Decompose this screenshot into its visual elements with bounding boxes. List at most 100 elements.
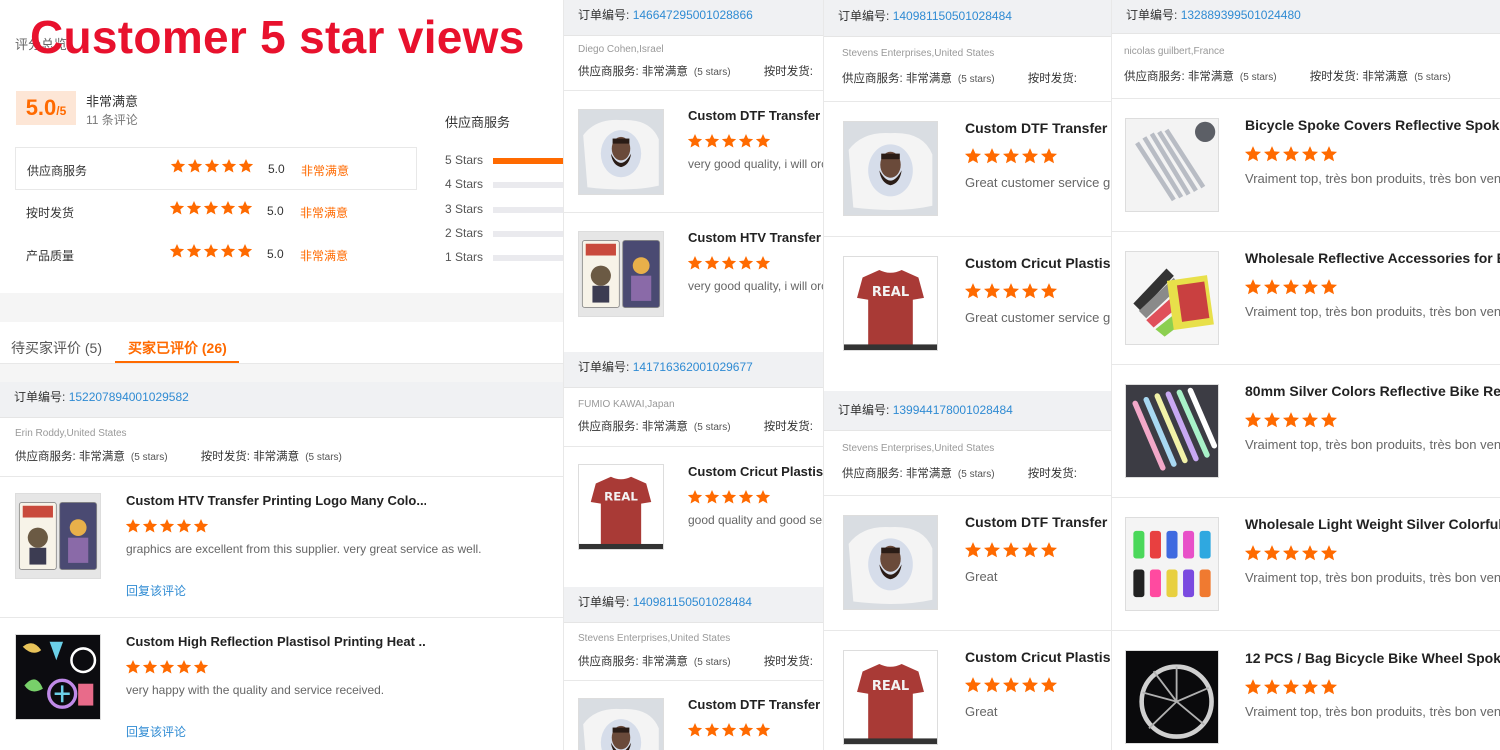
product-title[interactable]: Custom Cricut Plastis xyxy=(965,255,1111,271)
product-thumbnail[interactable] xyxy=(843,121,938,216)
product-title[interactable]: Custom HTV Transfer Printing Logo Many C… xyxy=(126,493,426,508)
product-title[interactable]: Wholesale Reflective Accessories for B xyxy=(1245,250,1500,266)
star-icon xyxy=(1021,283,1039,299)
star-icon xyxy=(221,159,237,173)
divider xyxy=(564,90,823,91)
product-title[interactable]: Custom DTF Transfer F xyxy=(688,697,823,712)
order-number-link[interactable]: 141716362001029677 xyxy=(633,360,753,374)
shipping-label: 按时发货: xyxy=(763,66,813,78)
star-icon xyxy=(1301,412,1319,428)
star-icon xyxy=(1320,545,1338,561)
rating-stars xyxy=(170,158,254,174)
order-number-link[interactable]: 132889399501024480 xyxy=(1181,8,1301,22)
star-icon xyxy=(1282,146,1300,162)
product-thumbnail[interactable] xyxy=(1125,650,1219,744)
order-number-link[interactable]: 146647295001028866 xyxy=(633,8,753,22)
rating-breakdown: 供应商服务 5.0 非常满意 按时发货 5.0 非常满意 产品质量 5.0 非常… xyxy=(15,147,417,276)
order-header: 订单编号: 140981150501028484 xyxy=(564,587,823,623)
star-icon xyxy=(203,244,219,258)
rating-value: 5.0 xyxy=(267,247,284,261)
service-label: 供应商服务: xyxy=(15,451,76,463)
shipping-label: 按时发货: xyxy=(1309,71,1359,83)
product-thumbnail[interactable]: REAL xyxy=(578,464,664,550)
product-thumbnail[interactable] xyxy=(843,515,938,610)
order-label: 订单编号: xyxy=(578,8,630,22)
divider xyxy=(1112,497,1500,498)
product-title[interactable]: 12 PCS / Bag Bicycle Bike Wheel Spoke xyxy=(1245,650,1500,666)
product-title[interactable]: Bicycle Spoke Covers Reflective Spoke xyxy=(1245,117,1500,133)
product-thumbnail[interactable] xyxy=(1125,517,1219,611)
review-comment: Vraiment top, très bon produits, très bo… xyxy=(1245,704,1500,719)
reply-link[interactable]: 回复该评论 xyxy=(126,723,186,740)
star-icon xyxy=(1021,542,1039,558)
product-title[interactable]: Custom High Reflection Plastisol Printin… xyxy=(126,634,426,649)
shipping-label: 按时发货: xyxy=(763,656,813,668)
star-icon xyxy=(1021,677,1039,693)
product-thumbnail[interactable] xyxy=(578,109,664,195)
review-panel-3: 订单编号: 140981150501028484 Stevens Enterpr… xyxy=(823,0,1111,750)
service-summary: 供应商服务: 非常满意 (5 stars) 按时发货: xyxy=(578,418,813,434)
product-thumbnail[interactable] xyxy=(1125,251,1219,345)
star-icon xyxy=(169,244,185,258)
divider xyxy=(564,446,823,447)
product-title[interactable]: Custom Cricut Plastis xyxy=(965,649,1111,665)
order-number-link[interactable]: 139944178001028484 xyxy=(893,403,1013,417)
star-icon xyxy=(187,159,203,173)
divider xyxy=(1112,98,1500,99)
order-number-link[interactable]: 140981150501028484 xyxy=(633,595,752,609)
review-comment: Vraiment top, très bon produits, très bo… xyxy=(1245,437,1500,452)
review-comment: Vraiment top, très bon produits, très bo… xyxy=(1245,304,1500,319)
star-icon xyxy=(1040,677,1058,693)
product-title[interactable]: Wholesale Light Weight Silver Colorful xyxy=(1245,516,1500,532)
product-thumbnail[interactable] xyxy=(1125,118,1219,212)
distribution-bar xyxy=(493,158,563,164)
service-label: 供应商服务: xyxy=(578,421,639,433)
service-summary: 供应商服务: 非常满意 (5 stars) 按时发货: xyxy=(842,465,1077,481)
product-title[interactable]: Custom Cricut Plastisc xyxy=(688,464,823,479)
order-number-link[interactable]: 140981150501028484 xyxy=(893,9,1012,23)
distribution-row: 4 Stars xyxy=(445,175,563,199)
product-thumbnail[interactable] xyxy=(578,698,664,750)
star-icon xyxy=(170,159,186,173)
review-count: 11 条评论 xyxy=(86,113,138,127)
reply-link[interactable]: 回复该评论 xyxy=(126,582,186,599)
distribution-bar xyxy=(493,230,563,237)
product-thumbnail[interactable] xyxy=(15,493,101,579)
review-item: Custom DTF Transfer Great customer servi… xyxy=(824,101,1111,236)
star-icon xyxy=(1263,412,1281,428)
divider xyxy=(564,212,823,213)
product-title[interactable]: 80mm Silver Colors Reflective Bike Refle… xyxy=(1245,383,1500,399)
tab-pending-reviews[interactable]: 待买家评价 (5) xyxy=(11,338,102,358)
divider xyxy=(824,236,1111,237)
product-thumbnail[interactable] xyxy=(15,634,101,720)
star-icon xyxy=(193,660,209,674)
product-title[interactable]: Custom DTF Transfer xyxy=(965,514,1111,530)
rating-label: 按时发货 xyxy=(26,206,75,220)
product-title[interactable]: Custom DTF Transfer F xyxy=(688,108,823,123)
star-icon xyxy=(738,723,754,737)
product-thumbnail[interactable] xyxy=(578,231,664,317)
product-title[interactable]: Custom HTV Transfer I xyxy=(688,230,823,245)
order-label: 订单编号: xyxy=(14,390,66,404)
star-icon xyxy=(687,134,703,148)
star-icon xyxy=(220,201,236,215)
star-icon xyxy=(1002,542,1020,558)
order-number-link[interactable]: 152207894001029582 xyxy=(69,390,189,404)
service-value: 非常满意 xyxy=(641,66,688,78)
rating-stars xyxy=(169,243,253,259)
buyer-info: Diego Cohen,Israel xyxy=(578,44,664,55)
star-icon xyxy=(964,542,982,558)
tab-buyer-reviews[interactable]: 买家已评价 (26) xyxy=(128,338,227,358)
product-title[interactable]: Custom DTF Transfer xyxy=(965,120,1111,136)
product-thumbnail[interactable]: REAL xyxy=(843,650,938,745)
star-icon xyxy=(125,519,141,533)
star-distribution: 5 Stars 4 Stars 3 Stars 2 Stars 1 Stars xyxy=(445,151,563,272)
star-icon xyxy=(983,148,1001,164)
product-thumbnail[interactable] xyxy=(1125,384,1219,478)
star-icon xyxy=(203,201,219,215)
star-icon xyxy=(964,148,982,164)
overall-satisfaction: 非常满意 xyxy=(86,94,139,109)
score-suffix: /5 xyxy=(56,104,67,118)
review-comment: Vraiment top, très bon produits, très bo… xyxy=(1245,171,1500,186)
product-thumbnail[interactable]: REAL xyxy=(843,256,938,351)
